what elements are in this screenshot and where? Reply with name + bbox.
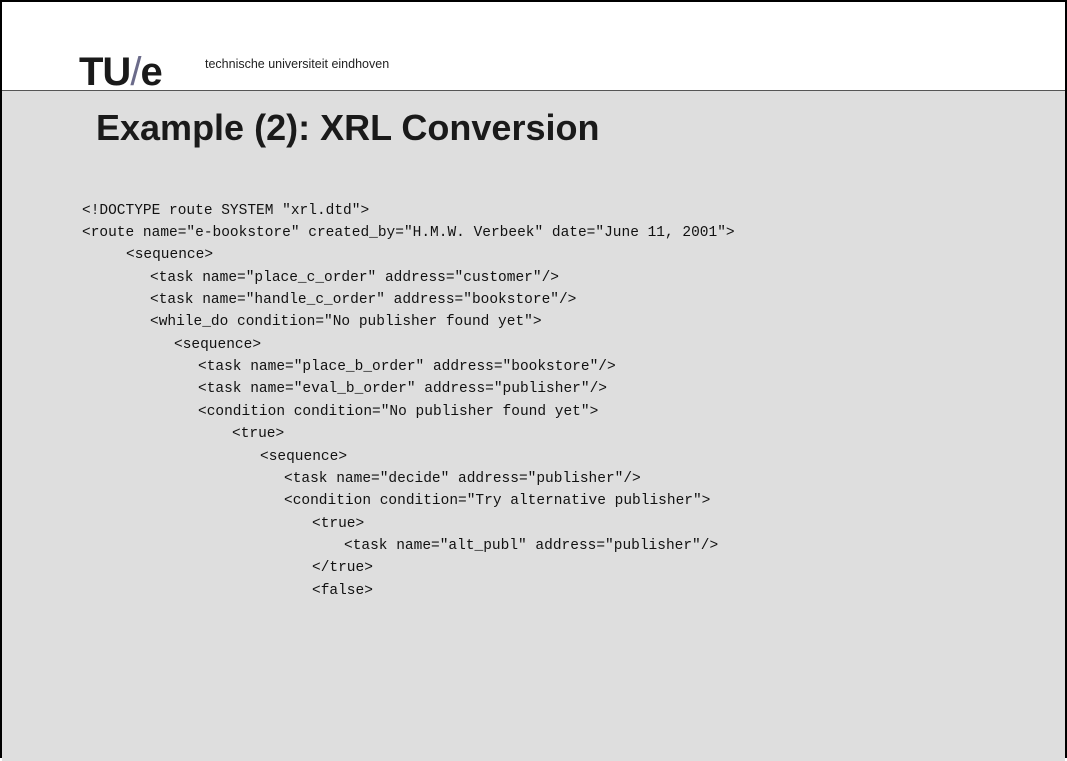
code-line: <task name="place_b_order" address="book… — [198, 359, 616, 375]
logo-slash: / — [130, 50, 141, 94]
code-line: <condition condition="No publisher found… — [198, 404, 599, 420]
code-line: <sequence> — [260, 449, 348, 465]
code-line: <task name="decide" address="publisher"/… — [284, 471, 641, 487]
code-line: <true> — [312, 516, 365, 532]
code-line: </true> — [312, 560, 373, 576]
code-line: <task name="place_c_order" address="cust… — [150, 270, 559, 286]
code-line: <sequence> — [174, 337, 262, 353]
logo-e: e — [140, 50, 162, 94]
tue-logo: TU/e — [79, 50, 163, 94]
code-line: <condition condition="Try alternative pu… — [284, 493, 711, 509]
code-line: <sequence> — [126, 247, 214, 263]
slide-header: TU/e technische universiteit eindhoven — [2, 2, 1065, 94]
code-line: <task name="handle_c_order" address="boo… — [150, 292, 577, 308]
slide-title: Example (2): XRL Conversion — [96, 107, 600, 148]
code-line: <while_do condition="No publisher found … — [150, 314, 542, 330]
code-line: <false> — [312, 583, 373, 599]
slide-content: Example (2): XRL Conversion <!DOCTYPE ro… — [2, 90, 1065, 761]
code-line: <true> — [232, 426, 285, 442]
code-line: <route name="e-bookstore" created_by="H.… — [82, 225, 735, 241]
university-name: technische universiteit eindhoven — [205, 57, 390, 71]
code-line: <task name="alt_publ" address="publisher… — [344, 538, 719, 554]
slide: TU/e technische universiteit eindhoven E… — [0, 0, 1067, 761]
logo-tu: TU — [79, 50, 131, 94]
code-line: <task name="eval_b_order" address="publi… — [198, 381, 607, 397]
code-line: <!DOCTYPE route SYSTEM "xrl.dtd"> — [82, 203, 370, 219]
